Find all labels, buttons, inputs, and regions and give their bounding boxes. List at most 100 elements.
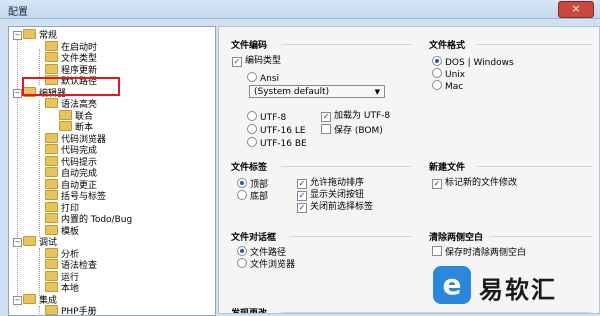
tree-item[interactable]: PHP手册: [45, 305, 97, 315]
tree-item-label: 断本: [75, 123, 94, 133]
close-selected-checkbox[interactable]: ✓ 关闭前选择标签: [297, 202, 373, 213]
change-group-title: 发现更改: [231, 309, 268, 314]
tree-item-label: 调试: [39, 238, 58, 248]
collapse-icon[interactable]: −: [13, 31, 22, 40]
editor-highlight-box: [22, 77, 120, 96]
checkbox-checked-icon: ✓: [321, 112, 331, 122]
trim-on-save-checkbox[interactable]: 保存时清除两侧空白: [432, 246, 526, 258]
keep-bom-checkbox[interactable]: 保存 (BOM): [321, 124, 383, 136]
folder-icon: [45, 52, 58, 62]
tree-item-label: 分析: [61, 249, 80, 260]
file-browser-radio[interactable]: 文件浏览器: [237, 258, 295, 270]
folder-icon: [45, 224, 58, 235]
folder-icon: [45, 201, 58, 212]
tree-item[interactable]: 模板: [45, 224, 79, 237]
tree-item[interactable]: 代码完成: [45, 144, 97, 156]
settings-tree[interactable]: − 常规 在启动时 文件类型 程序更新 默认路径 − 编辑器 语法高亮 联合 断本 代码浏览器 代码完成…: [8, 26, 216, 316]
utf16le-radio[interactable]: UTF-16 LE: [247, 124, 306, 136]
file-path-radio[interactable]: 文件路径: [237, 246, 286, 258]
tree-item-label: 在启动时: [61, 42, 98, 53]
unix-radio[interactable]: Unix: [432, 68, 465, 80]
mac-radio[interactable]: Mac: [432, 80, 463, 92]
checkbox-checked-icon: ✓: [232, 57, 242, 67]
encoding-select[interactable]: (System default) ▼: [249, 85, 385, 98]
radio-icon: [432, 80, 442, 90]
tree-item[interactable]: 联合: [59, 109, 93, 122]
tree-item-label: 自动完成: [61, 169, 98, 179]
radio-icon: [247, 111, 257, 121]
tree-item[interactable]: − 调试: [13, 236, 58, 248]
tree-item[interactable]: − 集成: [13, 293, 57, 306]
tree-item-label: 打印: [61, 203, 80, 214]
folder-icon: [45, 190, 58, 200]
tree-item[interactable]: 断本: [59, 121, 93, 133]
encoding-type-checkbox[interactable]: ✓ 编码类型: [232, 56, 281, 67]
tree-item-label: 括号与标签: [61, 192, 107, 202]
dropdown-arrow-icon: ▼: [374, 88, 380, 96]
tabs-top-radio[interactable]: 顶部: [237, 178, 268, 190]
tree-item-label: 本地: [61, 284, 80, 294]
folder-icon: [59, 121, 72, 131]
tree-item-label: 程序更新: [61, 65, 98, 76]
tree-item[interactable]: 内置的 Todo/Bug: [45, 213, 132, 225]
folder-icon: [59, 109, 72, 120]
tree-item[interactable]: 本地: [45, 282, 79, 294]
newfile-group-title: 新建文件: [429, 163, 466, 173]
watermark-text: 易软汇: [479, 276, 557, 304]
tree-item[interactable]: 语法检查: [45, 259, 97, 271]
utf16be-radio[interactable]: UTF-16 BE: [247, 137, 307, 149]
collapse-icon[interactable]: −: [13, 88, 22, 98]
radio-icon: [432, 68, 442, 78]
mark-modified-checkbox[interactable]: ✓ 标记新的文件修改: [432, 178, 517, 189]
checkbox-icon: [432, 246, 442, 256]
tree-item-label: 运行: [61, 272, 80, 283]
tree-item[interactable]: − 常规: [13, 29, 58, 41]
load-as-utf8-checkbox[interactable]: ✓ 加载为 UTF-8: [321, 111, 390, 122]
radio-icon: [247, 124, 257, 134]
ansi-radio[interactable]: Ansi: [247, 72, 279, 84]
collapse-icon[interactable]: −: [13, 295, 22, 305]
tree-item[interactable]: 代码浏览器: [45, 132, 106, 145]
tabs-bottom-radio[interactable]: 底部: [237, 190, 268, 202]
folder-icon: [23, 236, 36, 246]
tree-item-label: 语法高亮: [61, 100, 98, 110]
tree-item[interactable]: 分析: [45, 247, 80, 260]
radio-selected-icon: [237, 178, 247, 188]
checkbox-checked-icon: ✓: [297, 191, 307, 201]
encoding-group-title: 文件编码: [231, 41, 268, 51]
tree-item[interactable]: 代码提示: [45, 155, 98, 168]
close-button[interactable]: ×: [558, 1, 594, 18]
folder-icon: [23, 29, 36, 39]
folder-icon: [45, 247, 58, 258]
folder-icon: [23, 293, 36, 304]
tree-item[interactable]: 语法高亮: [45, 98, 97, 110]
folder-icon: [45, 40, 58, 51]
watermark: e 易软汇: [433, 264, 595, 310]
format-group-title: 文件格式: [429, 41, 466, 51]
folder-icon: [45, 167, 58, 177]
show-close-checkbox[interactable]: ✓ 显示关闭按钮: [297, 190, 364, 201]
tree-item[interactable]: 自动完成: [45, 167, 97, 179]
collapse-icon[interactable]: −: [13, 238, 22, 247]
tree-item[interactable]: 文件类型: [45, 52, 97, 64]
tree-item[interactable]: 程序更新: [45, 63, 98, 76]
tree-item-label: 常规: [39, 31, 58, 41]
tree-item-label: 内置的 Todo/Bug: [61, 215, 133, 225]
tree-item[interactable]: 括号与标签: [45, 190, 106, 202]
folder-icon: [45, 282, 58, 292]
tree-item-label: 代码提示: [61, 157, 98, 168]
radio-icon: [247, 137, 257, 147]
checkbox-checked-icon: ✓: [297, 179, 307, 189]
checkbox-checked-icon: ✓: [297, 203, 307, 213]
tree-item[interactable]: 运行: [45, 270, 80, 283]
folder-icon: [45, 178, 58, 189]
tree-item[interactable]: 自动更正: [45, 178, 97, 191]
tree-item[interactable]: 打印: [45, 201, 80, 214]
folder-icon: [45, 259, 58, 269]
tree-item[interactable]: 在启动时: [45, 40, 98, 53]
allow-drag-checkbox[interactable]: ✓ 允许拖动排序: [297, 178, 364, 189]
checkbox-icon: [321, 124, 331, 134]
utf8-radio[interactable]: UTF-8: [247, 111, 286, 123]
dos-radio[interactable]: DOS | Windows: [432, 56, 514, 68]
checkbox-checked-icon: ✓: [432, 179, 442, 189]
